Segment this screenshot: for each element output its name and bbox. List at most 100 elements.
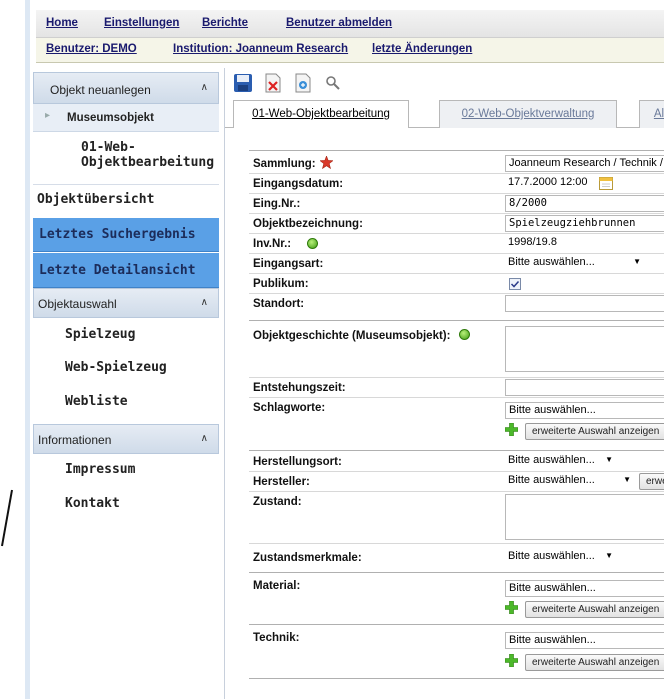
field-label: Objektgeschichte (Museumsobjekt):	[253, 330, 451, 342]
nav-abmelden-link[interactable]: Benutzer abmelden	[286, 17, 392, 29]
add-icon[interactable]	[505, 423, 518, 436]
section-objektauswahl[interactable]: Objektauswahl ∧	[33, 288, 219, 318]
form-row-hersteller: Hersteller: Bitte auswählen... ▼ erweite	[249, 472, 664, 492]
objektbezeichnung-field[interactable]: Spielzeugziehbrunnen	[505, 215, 664, 232]
zustand-textarea[interactable]	[505, 494, 664, 540]
collapse-chevron-icon[interactable]: ∧	[201, 297, 208, 308]
technik-field[interactable]: Bitte auswählen...	[505, 632, 664, 649]
form-row-material: Material: Bitte auswählen... erweiterte …	[249, 574, 664, 622]
zustandsmerkmale-select[interactable]: Bitte auswählen... ▼	[505, 549, 617, 566]
slash-mark	[1, 489, 13, 547]
form-group-technik	[249, 624, 664, 625]
chevron-down-icon: ▼	[633, 257, 641, 266]
collapse-chevron-icon[interactable]: ∧	[201, 82, 208, 93]
field-label: Hersteller:	[253, 476, 310, 488]
form-row-technik: Technik: Bitte auswählen... erweiterte A…	[249, 626, 664, 676]
tab-web-objektbearbeitung[interactable]: 01-Web-Objektbearbeitung	[233, 100, 409, 129]
form-row-standort: Standort:	[249, 294, 664, 314]
sidebar-item-web-objektbearbeitung[interactable]: 01-Web- Objektbearbeitung	[33, 140, 219, 184]
select-value: Bitte auswählen...	[508, 256, 595, 268]
schlagworte-extended-button[interactable]: erweiterte Auswahl anzeigen	[525, 423, 664, 440]
main-content: 01-Web-Objektbearbeitung 02-Web-Objektve…	[224, 68, 664, 699]
calendar-icon[interactable]	[599, 177, 613, 190]
nav-home-link[interactable]: Home	[46, 17, 78, 29]
sidebar-item-letztes-suchergebnis[interactable]: Letztes Suchergebnis	[33, 218, 219, 252]
required-star-icon	[320, 156, 333, 169]
objektgeschichte-textarea[interactable]	[505, 326, 664, 372]
toolbar	[225, 68, 664, 98]
delete-icon[interactable]	[263, 73, 283, 93]
object-form: Sammlung: Joanneum Research / Technik / …	[225, 128, 664, 699]
nav-berichte-link[interactable]: Berichte	[202, 17, 248, 29]
form-row-sammlung: Sammlung: Joanneum Research / Technik / …	[249, 154, 664, 174]
user-link[interactable]: Benutzer: DEMO	[46, 43, 137, 55]
technik-extended-button[interactable]: erweiterte Auswahl anzeigen	[525, 654, 664, 671]
select-value: Bitte auswählen...	[508, 474, 595, 486]
tab-label: 02-Web-Objektverwaltung	[461, 108, 595, 120]
material-extended-button[interactable]: erweiterte Auswahl anzeigen	[525, 601, 664, 618]
sidebar-item-webliste[interactable]: Webliste	[33, 394, 219, 409]
sidebar-item-letzte-detailansicht[interactable]: Letzte Detailansicht	[33, 253, 219, 288]
bullet-icon: ▸	[45, 110, 51, 121]
form-group-material	[249, 572, 664, 573]
tab-label: 01-Web-Objektbearbeitung	[252, 108, 390, 120]
export-icon[interactable]	[293, 73, 313, 93]
publikum-checkbox[interactable]	[509, 278, 521, 290]
tab-web-objektverwaltung[interactable]: 02-Web-Objektverwaltung	[439, 100, 617, 128]
eingangsart-select[interactable]: Bitte auswählen... ▼	[505, 255, 645, 272]
form-row-objektgeschichte: Objektgeschichte (Museumsobjekt):	[249, 322, 664, 378]
institution-link[interactable]: Institution: Joanneum Research	[173, 43, 348, 55]
field-label: Schlagworte:	[253, 402, 326, 414]
collapse-chevron-icon[interactable]: ∧	[201, 433, 208, 444]
field-label: Sammlung:	[253, 158, 316, 170]
help-icon[interactable]	[307, 238, 318, 249]
sidebar-item-label-line1: 01-Web-	[81, 140, 136, 155]
form-row-publikum: Publikum:	[249, 274, 664, 294]
form-row-zustandsmerkmale: Zustandsmerkmale: Bitte auswählen... ▼	[249, 544, 664, 570]
tab-label: Al	[653, 108, 664, 120]
sidebar-item-spielzeug[interactable]: Spielzeug	[33, 327, 219, 342]
material-field[interactable]: Bitte auswählen...	[505, 580, 664, 597]
add-icon[interactable]	[505, 654, 518, 667]
sidebar-item-objektuebersicht[interactable]: Objektübersicht	[33, 192, 219, 216]
schlagworte-field[interactable]: Bitte auswählen...	[505, 402, 664, 419]
sidebar-item-kontakt[interactable]: Kontakt	[33, 496, 219, 511]
hersteller-select[interactable]: Bitte auswählen... ▼	[505, 473, 635, 490]
field-label: Eingangsart:	[253, 258, 324, 270]
search-icon[interactable]	[323, 73, 343, 93]
field-label: Publikum:	[253, 278, 309, 290]
eingnr-field[interactable]: 8/2000	[505, 195, 664, 212]
standort-field[interactable]	[505, 295, 664, 312]
entstehungszeit-field[interactable]	[505, 379, 664, 396]
field-label: Zustandsmerkmale:	[253, 552, 362, 564]
section-label: Objektauswahl	[38, 297, 117, 311]
help-icon[interactable]	[459, 329, 470, 340]
field-label: Technik:	[253, 632, 300, 644]
hersteller-extended-button[interactable]: erweite	[639, 473, 664, 490]
window-edge	[0, 0, 30, 699]
section-informationen[interactable]: Informationen ∧	[33, 424, 219, 454]
sidebar-item-impressum[interactable]: Impressum	[33, 462, 219, 477]
section-objekt-neuanlegen[interactable]: Objekt neuanlegen ∧	[33, 72, 219, 104]
field-label: Material:	[253, 580, 301, 592]
field-label: Herstellungsort:	[253, 456, 342, 468]
sidebar-item-museumsobjekt[interactable]: ▸ Museumsobjekt	[33, 104, 219, 132]
add-icon[interactable]	[505, 601, 518, 614]
nav-einstellungen-link[interactable]: Einstellungen	[104, 17, 179, 29]
chevron-down-icon: ▼	[623, 475, 631, 484]
herstellungsort-select[interactable]: Bitte auswählen... ▼	[505, 453, 617, 470]
field-label: Entstehungszeit:	[253, 382, 346, 394]
field-label: Zustand:	[253, 496, 302, 508]
form-group-next	[249, 678, 664, 679]
sidebar-item-label: Museumsobjekt	[67, 112, 154, 124]
sidebar-item-web-spielzeug[interactable]: Web-Spielzeug	[33, 360, 219, 375]
save-icon[interactable]	[233, 73, 253, 93]
field-label: Objektbezeichnung:	[253, 218, 363, 230]
section-label: Informationen	[38, 433, 112, 447]
recent-changes-link[interactable]: letzte Änderungen	[372, 43, 472, 55]
sammlung-field[interactable]: Joanneum Research / Technik / Sp	[505, 155, 664, 172]
form-row-zustand: Zustand:	[249, 492, 664, 544]
invnr-field[interactable]: 1998/19.8	[505, 235, 664, 252]
form-row-invnr: Inv.Nr.: 1998/19.8	[249, 234, 664, 254]
tab-more[interactable]: Al	[639, 100, 664, 128]
